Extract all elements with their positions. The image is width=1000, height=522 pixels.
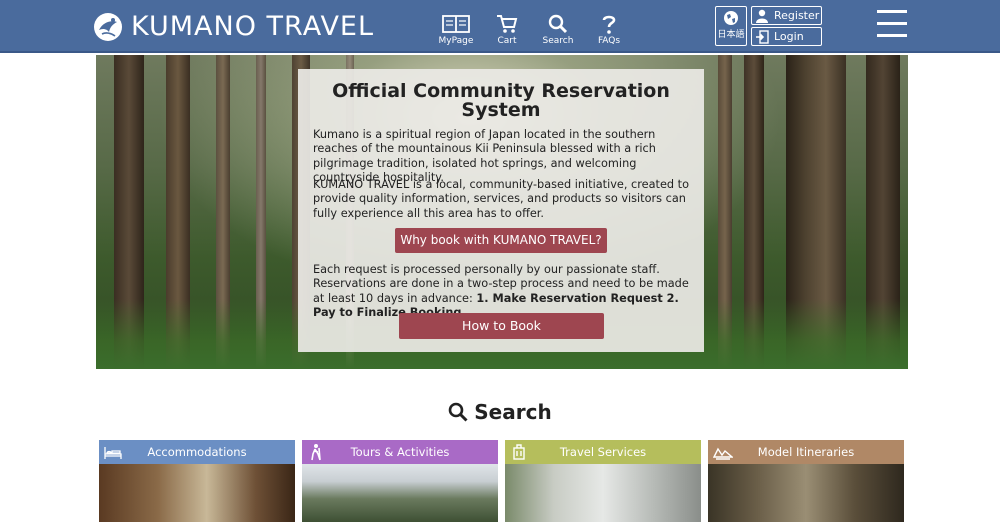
- category-header: Tours & Activities: [302, 440, 498, 464]
- question-icon: [602, 15, 616, 34]
- user-icon: [756, 9, 768, 23]
- itineraries-photo: [708, 464, 904, 522]
- site-header: KUMANO TRAVEL MyPage Cart Search FAQs 日本…: [0, 0, 1000, 53]
- category-accommodations[interactable]: Accommodations: [99, 440, 295, 522]
- nav-faqs[interactable]: FAQs: [587, 14, 631, 46]
- category-label: Travel Services: [559, 445, 647, 459]
- bed-icon: [104, 447, 122, 459]
- how-to-book-button[interactable]: How to Book: [399, 313, 604, 339]
- category-header: Travel Services: [505, 440, 701, 464]
- map-icon: [713, 447, 733, 460]
- login-icon: [756, 29, 769, 44]
- logo-text: KUMANO TRAVEL: [131, 11, 375, 42]
- travel-services-photo: [505, 464, 701, 522]
- nav-mypage[interactable]: MyPage: [434, 14, 478, 46]
- nav-search[interactable]: Search: [536, 14, 580, 46]
- register-button[interactable]: Register: [751, 6, 822, 25]
- language-label: 日本語: [717, 30, 745, 40]
- page-title: Official Community Reservation System: [332, 80, 670, 121]
- login-label: Login: [774, 30, 804, 43]
- search-icon: [448, 402, 468, 422]
- search-icon: [548, 14, 568, 34]
- why-book-button[interactable]: Why book with KUMANO TRAVEL?: [395, 228, 607, 253]
- category-label: Accommodations: [147, 445, 247, 459]
- hamburger-menu-icon[interactable]: [877, 10, 909, 42]
- nav-label: Cart: [497, 36, 517, 46]
- book-icon: [442, 15, 470, 33]
- category-tours[interactable]: Tours & Activities: [302, 440, 498, 522]
- category-itineraries[interactable]: Model Itineraries: [708, 440, 904, 522]
- bird-logo-icon: [94, 13, 122, 41]
- nav-label: Search: [542, 36, 574, 46]
- nav-label: MyPage: [438, 36, 474, 46]
- intro-text: Kumano is a spiritual region of Japan lo…: [313, 128, 656, 184]
- site-logo[interactable]: KUMANO TRAVEL: [93, 10, 374, 44]
- hiker-icon: [311, 444, 321, 461]
- globe-icon: [724, 11, 738, 25]
- luggage-icon: [513, 444, 525, 460]
- login-button[interactable]: Login: [751, 27, 822, 46]
- category-travel-services[interactable]: Travel Services: [505, 440, 701, 522]
- category-header: Model Itineraries: [708, 440, 904, 464]
- cart-icon: [497, 15, 518, 33]
- category-label: Model Itineraries: [757, 445, 855, 459]
- tours-photo: [302, 464, 498, 522]
- language-toggle[interactable]: 日本語: [715, 6, 747, 46]
- search-title-text: Search: [474, 400, 552, 424]
- nav-label: FAQs: [597, 36, 621, 46]
- category-header: Accommodations: [99, 440, 295, 464]
- register-label: Register: [774, 9, 820, 22]
- nav-cart[interactable]: Cart: [485, 14, 529, 46]
- accommodations-photo: [99, 464, 295, 522]
- category-label: Tours & Activities: [350, 445, 450, 459]
- search-section-title: Search: [0, 400, 1000, 424]
- initiative-text: KUMANO TRAVEL is a local, community-base…: [313, 178, 690, 220]
- process-text: Each request is processed personally by …: [313, 263, 691, 320]
